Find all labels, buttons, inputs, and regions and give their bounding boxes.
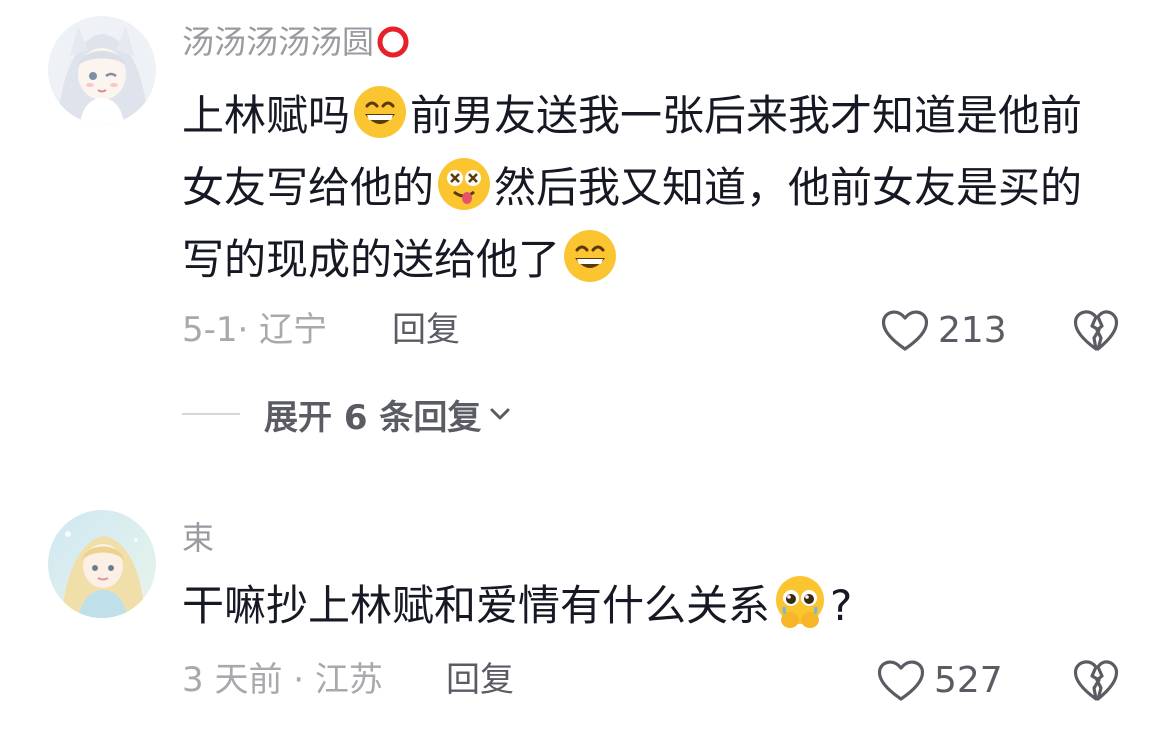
username-text[interactable]: 汤汤汤汤汤圆 bbox=[182, 23, 374, 61]
like-button[interactable]: 213 bbox=[880, 306, 1007, 354]
comment-text[interactable]: 上林赋吗 前男友送我一张后来我才知道是他前女友写给他的 然后我又知道，他前女友是… bbox=[182, 80, 1112, 296]
heart-icon bbox=[881, 310, 929, 351]
heart-icon bbox=[877, 660, 925, 701]
dizzy-tongue-emoji-icon bbox=[438, 158, 491, 210]
reply-button[interactable]: 回复 bbox=[392, 310, 460, 350]
reply-button[interactable]: 回复 bbox=[446, 660, 514, 700]
like-button[interactable]: 527 bbox=[876, 656, 1003, 704]
red-circle-icon bbox=[377, 26, 409, 58]
comment-meta: 3 天前 · 江苏 bbox=[182, 660, 383, 700]
comment-text-part: 上林赋吗 bbox=[182, 91, 351, 140]
comment-username[interactable]: 汤汤汤汤汤圆 bbox=[182, 22, 410, 62]
comment-text-part: ? bbox=[830, 581, 853, 630]
grinning-emoji-icon bbox=[354, 86, 407, 138]
comment-text[interactable]: 干嘛抄上林赋和爱情有什么关系 ? bbox=[182, 570, 1112, 642]
expand-replies-label[interactable]: 展开 6 条回复 bbox=[264, 390, 481, 439]
username-text[interactable]: 束 bbox=[182, 519, 214, 557]
comment-meta: 5-1· 辽宁 bbox=[182, 310, 328, 350]
avatar[interactable] bbox=[48, 16, 156, 124]
like-count: 527 bbox=[934, 659, 1003, 701]
comment-text-part: 干嘛抄上林赋和爱情有什么关系 bbox=[182, 581, 771, 630]
pleading-face-emoji-icon bbox=[776, 576, 825, 628]
comment-username[interactable]: 束 bbox=[182, 518, 214, 558]
expand-replies-button[interactable]: 展开 6 条回复 bbox=[182, 390, 511, 439]
avatar[interactable] bbox=[48, 510, 156, 618]
chevron-down-icon bbox=[490, 408, 510, 420]
avatar-image bbox=[48, 16, 156, 124]
grinning-emoji-icon bbox=[564, 230, 617, 282]
like-count: 213 bbox=[938, 309, 1007, 351]
broken-heart-icon[interactable] bbox=[1072, 656, 1120, 704]
broken-heart-icon[interactable] bbox=[1072, 306, 1120, 354]
avatar-image bbox=[48, 510, 156, 618]
divider bbox=[182, 413, 240, 415]
